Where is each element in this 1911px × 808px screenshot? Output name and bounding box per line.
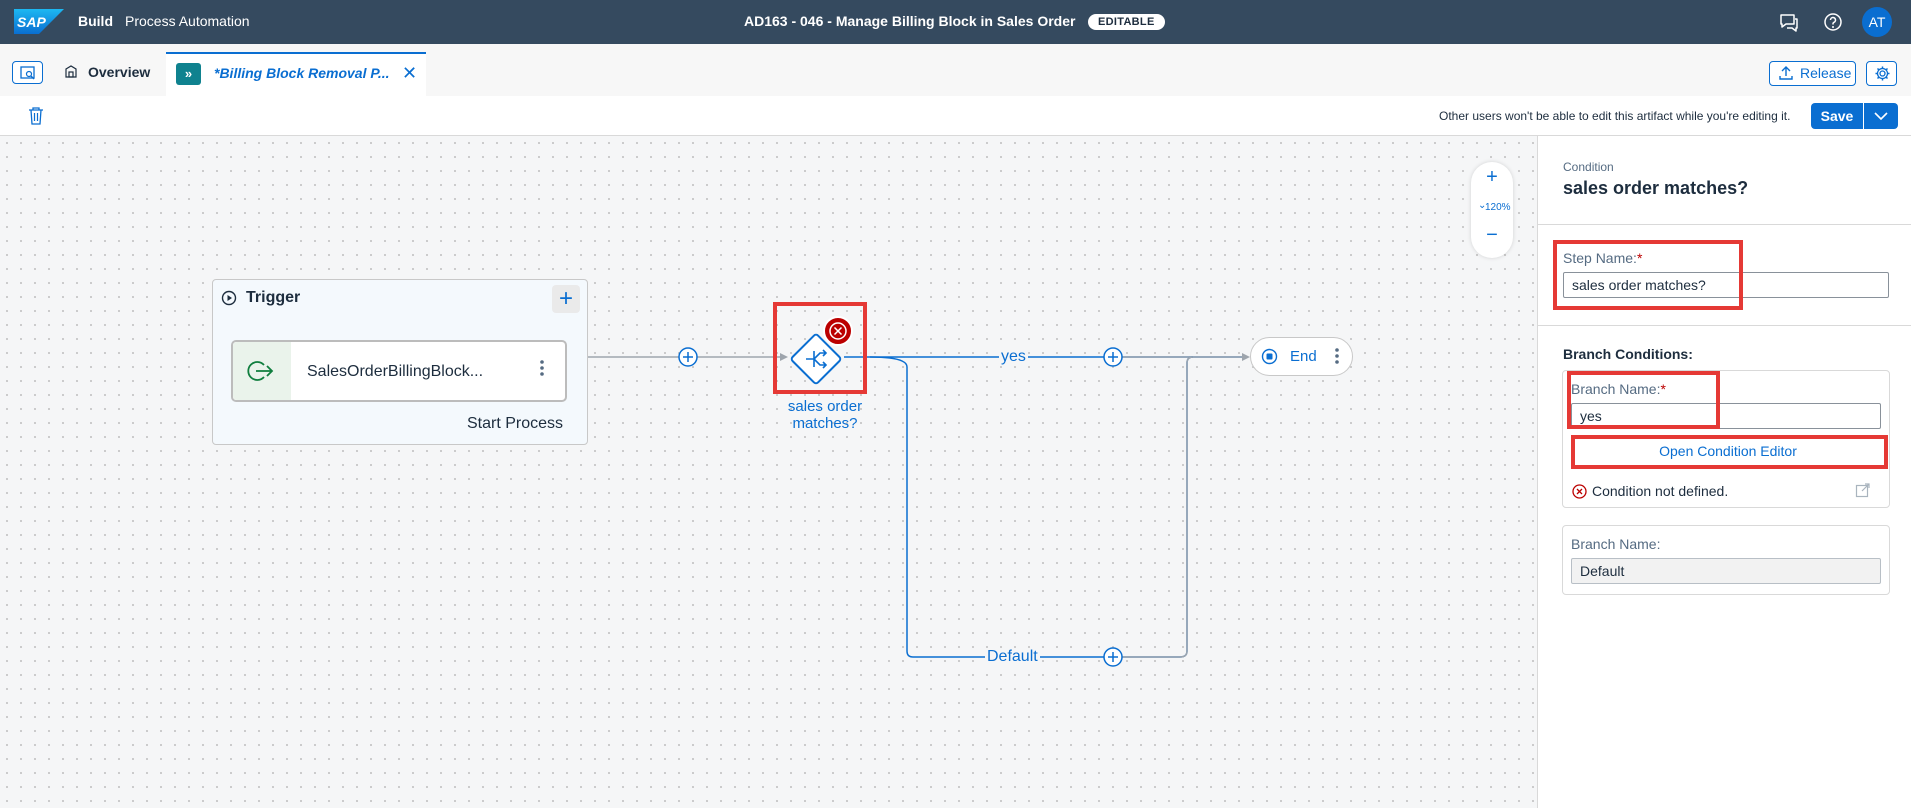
- tab-bar: Overview » *Billing Block Removal P... ✕…: [0, 44, 1911, 96]
- help-icon[interactable]: [1822, 11, 1844, 33]
- tab-overview[interactable]: Overview: [88, 64, 150, 80]
- project-title: AD163 - 046 - Manage Billing Block in Sa…: [744, 13, 1076, 29]
- highlight-box: [1571, 435, 1888, 469]
- editor-toolbar: Other users won't be able to edit this a…: [0, 96, 1911, 136]
- trigger-container[interactable]: Trigger + SalesOrderBillingBlock... Star…: [212, 279, 588, 445]
- end-label: End: [1290, 348, 1317, 365]
- overview-icon: [65, 65, 77, 78]
- branch-conditions-heading: Branch Conditions:: [1563, 346, 1693, 362]
- divider: [1538, 325, 1911, 326]
- process-icon: »: [176, 63, 201, 85]
- save-dropdown-button[interactable]: [1864, 103, 1898, 129]
- stop-circle-icon: [1261, 348, 1278, 365]
- condition-warning-text: Condition not defined.: [1592, 483, 1729, 499]
- branch-name-input-readonly: Default: [1571, 558, 1881, 584]
- add-step-icon[interactable]: [678, 347, 698, 367]
- trigger-footer-label: Start Process: [467, 415, 564, 432]
- more-vertical-icon[interactable]: [1334, 346, 1340, 366]
- gear-icon: [1875, 66, 1890, 81]
- divider: [1538, 224, 1911, 225]
- properties-panel: Condition sales order matches? Step Name…: [1537, 136, 1911, 808]
- release-button[interactable]: Release: [1769, 61, 1856, 86]
- feedback-icon[interactable]: [1778, 11, 1800, 33]
- add-step-icon[interactable]: [1103, 347, 1123, 367]
- flow-connectors: [588, 353, 1250, 658]
- status-badge: EDITABLE: [1088, 14, 1165, 30]
- logo-text: SAP: [17, 14, 46, 30]
- zoom-level[interactable]: 120%: [1485, 202, 1511, 213]
- event-name: SalesOrderBillingBlock...: [307, 363, 484, 380]
- tab-billing-block-removal[interactable]: » *Billing Block Removal P... ✕: [166, 52, 426, 96]
- branch-label-default[interactable]: Default: [985, 648, 1040, 666]
- delete-icon[interactable]: [28, 107, 44, 125]
- add-trigger-button[interactable]: +: [552, 285, 580, 313]
- close-icon[interactable]: ✕: [402, 63, 417, 84]
- zoom-in-button[interactable]: +: [1471, 166, 1513, 189]
- branch-name-label: Branch Name:: [1571, 536, 1661, 552]
- navigator-icon: [20, 66, 35, 80]
- event-trigger-card[interactable]: SalesOrderBillingBlock...: [231, 340, 567, 402]
- panel-title: sales order matches?: [1563, 178, 1749, 198]
- panel-step-type: Condition: [1563, 160, 1614, 174]
- more-vertical-icon[interactable]: [539, 359, 545, 377]
- lock-notice: Other users won't be able to edit this a…: [1439, 109, 1791, 123]
- navigator-button[interactable]: [12, 61, 43, 84]
- highlight-box: [1553, 240, 1743, 310]
- tab-label: *Billing Block Removal P...: [214, 65, 390, 81]
- sap-logo[interactable]: SAP: [14, 9, 64, 34]
- zoom-control: + ⌄ 120% −: [1471, 162, 1513, 258]
- condition-node-label[interactable]: sales order matches?: [772, 398, 878, 432]
- brand-name[interactable]: Build: [78, 13, 113, 29]
- trigger-title: Trigger: [246, 289, 301, 306]
- play-circle-icon: [221, 290, 237, 306]
- popout-icon[interactable]: [1855, 482, 1871, 498]
- error-icon: [1572, 484, 1587, 499]
- user-avatar[interactable]: AT: [1862, 7, 1892, 37]
- product-name: Process Automation: [125, 13, 250, 29]
- highlight-box: [1567, 371, 1720, 429]
- shell-bar: SAP Build Process Automation AD163 - 046…: [0, 0, 1911, 44]
- save-button[interactable]: Save: [1811, 103, 1863, 129]
- end-node[interactable]: End: [1250, 337, 1353, 376]
- branch-label-yes[interactable]: yes: [999, 348, 1028, 366]
- process-canvas[interactable]: yes Default + ⌄ 120% − Trigger + SalesOr…: [0, 136, 1537, 808]
- add-step-icon[interactable]: [1103, 647, 1123, 667]
- zoom-out-button[interactable]: −: [1471, 224, 1513, 247]
- settings-button[interactable]: [1866, 61, 1897, 86]
- upload-icon: [1779, 66, 1793, 80]
- highlight-box: [773, 302, 867, 394]
- release-label: Release: [1800, 65, 1852, 81]
- event-exit-icon: [247, 361, 274, 381]
- event-icon-container: [233, 342, 291, 400]
- chevron-down-icon: [1874, 112, 1888, 121]
